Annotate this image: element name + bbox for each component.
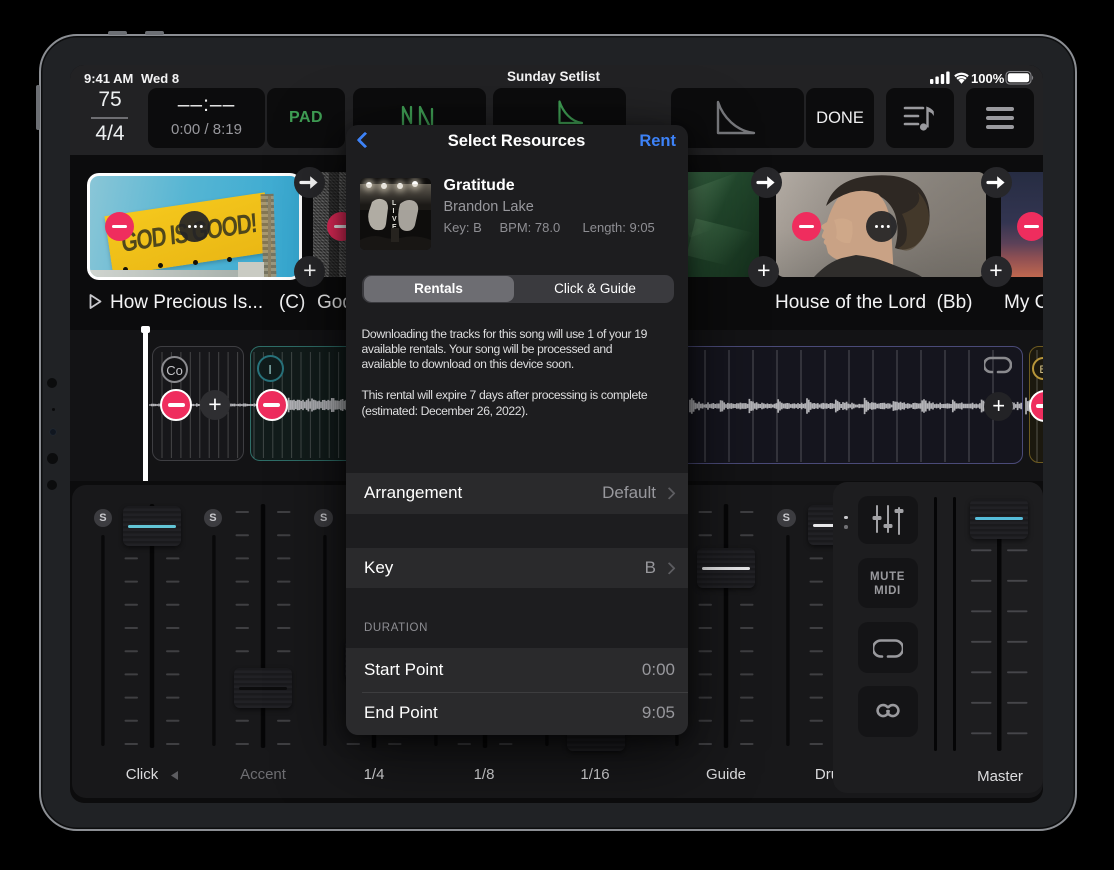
svg-text:I: I <box>393 208 395 215</box>
svg-text:100%: 100% <box>971 71 1005 86</box>
svg-text:V: V <box>392 216 397 223</box>
svg-text:L: L <box>392 200 397 207</box>
